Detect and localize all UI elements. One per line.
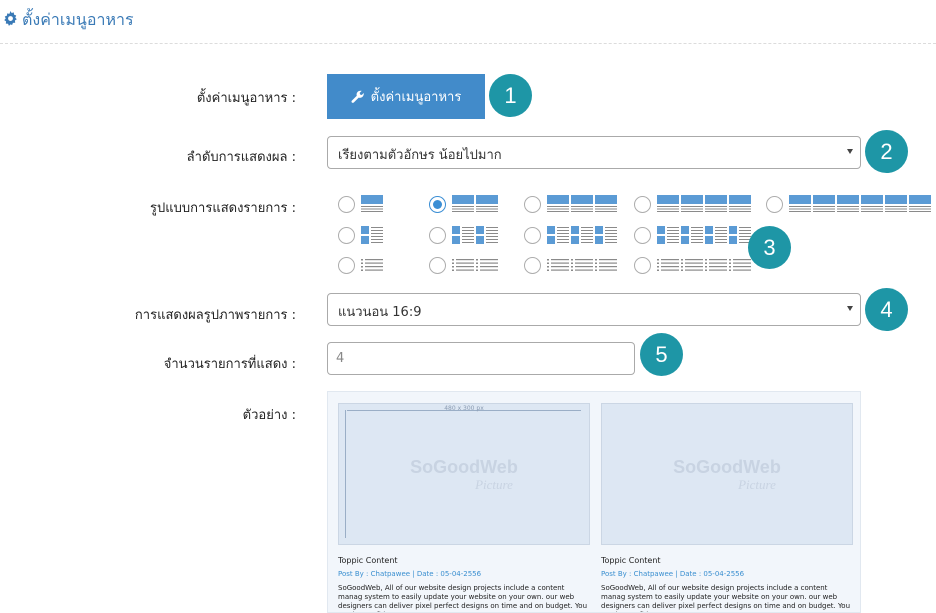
preview-card-desc: SoGoodWeb, All of our website design pro…	[338, 584, 588, 612]
step-badge-3: 3	[748, 226, 791, 269]
preview-card-title: Toppic Content	[338, 556, 398, 565]
item-count-input[interactable]	[327, 342, 635, 375]
preview-panel: 480 x 300 px SoGoodWeb Picture Toppic Co…	[327, 391, 861, 613]
layout-ln-1-icon	[361, 259, 383, 271]
image-display-value: แนวนอน 16:9	[338, 305, 422, 320]
layout-ln-4-icon	[657, 259, 751, 271]
sort-order-label: ลำดับการแสดงผล :	[186, 150, 296, 165]
layout-bar-3-icon	[547, 195, 617, 212]
item-count-label: จำนวนรายการที่แสดง :	[163, 357, 296, 372]
layout-option-radio[interactable]	[338, 227, 355, 244]
image-size-text: 480 x 300 px	[444, 405, 484, 412]
sort-order-select[interactable]: เรียงตามตัวอักษร น้อยไปมาก	[327, 136, 861, 169]
menu-settings-button-label: ตั้งค่าเมนูอาหาร	[370, 90, 462, 105]
layout-option-radio[interactable]	[429, 196, 446, 213]
watermark-logo: SoGoodWeb	[673, 457, 781, 477]
menu-settings-label: ตั้งค่าเมนูอาหาร :	[196, 91, 296, 106]
layout-option-radio[interactable]	[524, 257, 541, 274]
watermark-sub: Picture	[738, 477, 776, 492]
layout-option-radio[interactable]	[429, 257, 446, 274]
preview-card-title: Toppic Content	[601, 556, 661, 565]
preview-card-meta: Post By : Chatpawee | Date : 05-04-2556	[601, 570, 745, 578]
image-display-select[interactable]: แนวนอน 16:9	[327, 293, 861, 326]
preview-card-desc: SoGoodWeb, All of our website design pro…	[601, 584, 851, 612]
image-display-label: การแสดงผลรูปภาพรายการ :	[134, 308, 296, 323]
chevron-down-icon	[847, 149, 853, 154]
layout-bar-1-icon	[361, 195, 383, 212]
watermark-logo: SoGoodWeb	[410, 457, 518, 477]
layout-option-radio[interactable]	[634, 196, 651, 213]
layout-option-radio[interactable]	[338, 196, 355, 213]
preview-image-placeholder: SoGoodWeb Picture	[601, 403, 853, 545]
layout-option-radio[interactable]	[524, 227, 541, 244]
layout-bar-6-icon	[789, 195, 931, 212]
step-badge-4: 4	[865, 288, 908, 331]
preview-card: 480 x 300 px SoGoodWeb Picture Toppic Co…	[338, 403, 590, 612]
display-layout-label: รูปแบบการแสดงรายการ :	[150, 201, 296, 216]
preview-card-meta: Post By : Chatpawee | Date : 05-04-2556	[338, 570, 482, 578]
layout-option-radio[interactable]	[634, 227, 651, 244]
layout-sq-2-icon	[452, 226, 498, 244]
layout-ln-2-icon	[452, 259, 498, 271]
gear-icon	[4, 11, 17, 26]
layout-option-radio[interactable]	[766, 196, 783, 213]
layout-option-radio[interactable]	[634, 257, 651, 274]
layout-sq-4-icon	[657, 226, 751, 244]
preview-card: SoGoodWeb Picture Toppic Content Post By…	[601, 403, 853, 612]
wrench-icon	[351, 90, 364, 103]
sort-order-value: เรียงตามตัวอักษร น้อยไปมาก	[338, 148, 502, 163]
layout-option-radio[interactable]	[338, 257, 355, 274]
layout-bar-2-icon	[452, 195, 498, 212]
menu-settings-button[interactable]: ตั้งค่าเมนูอาหาร	[327, 74, 485, 119]
watermark-sub: Picture	[475, 477, 513, 492]
layout-sq-1-icon	[361, 226, 383, 244]
preview-label: ตัวอย่าง :	[242, 408, 296, 423]
layout-sq-3-icon	[547, 226, 617, 244]
step-badge-5: 5	[640, 333, 683, 376]
layout-option-radio[interactable]	[429, 227, 446, 244]
layout-option-radio[interactable]	[524, 196, 541, 213]
layout-ln-3-icon	[547, 259, 617, 271]
step-badge-1: 1	[489, 74, 532, 117]
page-title: ตั้งค่าเมนูอาหาร	[22, 10, 134, 29]
layout-bar-4-icon	[657, 195, 751, 212]
chevron-down-icon	[847, 306, 853, 311]
preview-image-placeholder: 480 x 300 px SoGoodWeb Picture	[338, 403, 590, 545]
step-badge-2: 2	[865, 130, 908, 173]
page-header: ตั้งค่าเมนูอาหาร	[0, 0, 936, 44]
